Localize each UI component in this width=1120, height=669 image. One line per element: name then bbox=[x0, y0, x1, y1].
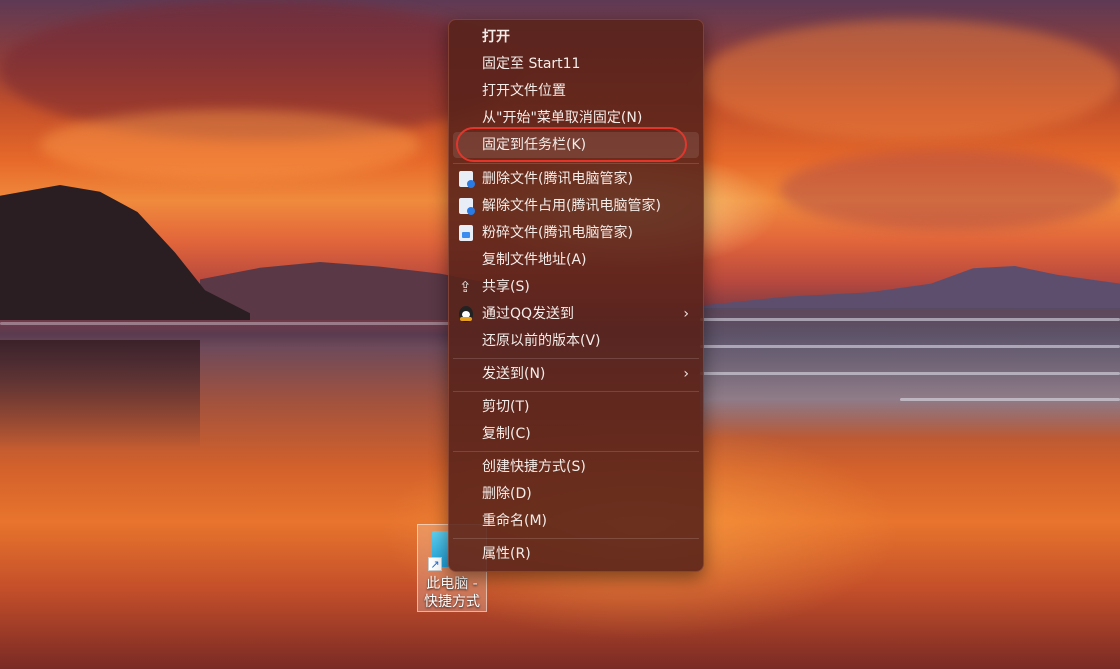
cloud bbox=[40, 110, 420, 180]
menu-item-shred-file-tencent[interactable]: 粉碎文件(腾讯电脑管家) bbox=[453, 220, 699, 246]
shortcut-caption-line1: 此电脑 - bbox=[426, 576, 478, 592]
shortcut-caption-line2: 快捷方式 bbox=[424, 594, 480, 610]
menu-item-send-to[interactable]: 发送到(N) › bbox=[453, 361, 699, 387]
menu-separator bbox=[453, 358, 699, 359]
cloud bbox=[780, 150, 1120, 230]
menu-item-label: 重命名(M) bbox=[482, 513, 548, 529]
mountain-silhouette bbox=[700, 266, 1120, 310]
highlight-ring bbox=[456, 127, 687, 162]
menu-item-label: 还原以前的版本(V) bbox=[482, 333, 601, 349]
menu-item-label: 共享(S) bbox=[482, 279, 530, 295]
menu-item-unlock-file-tencent[interactable]: 解除文件占用(腾讯电脑管家) bbox=[453, 193, 699, 219]
wave-line bbox=[700, 372, 1120, 375]
wave-line bbox=[0, 322, 450, 325]
menu-item-restore-versions[interactable]: 还原以前的版本(V) bbox=[453, 328, 699, 354]
menu-item-send-qq[interactable]: 通过QQ发送到 › bbox=[453, 301, 699, 327]
menu-separator bbox=[453, 391, 699, 392]
menu-item-label: 从"开始"菜单取消固定(N) bbox=[482, 110, 643, 126]
menu-item-delete[interactable]: 删除(D) bbox=[453, 481, 699, 507]
menu-item-label: 删除文件(腾讯电脑管家) bbox=[482, 171, 633, 187]
menu-separator bbox=[453, 163, 699, 164]
menu-item-open[interactable]: 打开 bbox=[453, 24, 699, 50]
menu-item-label: 打开 bbox=[482, 29, 510, 45]
menu-item-label: 复制文件地址(A) bbox=[482, 252, 587, 268]
menu-item-label: 删除(D) bbox=[482, 486, 532, 502]
context-menu: 打开 固定至 Start11 打开文件位置 从"开始"菜单取消固定(N) 固定到… bbox=[448, 19, 704, 572]
menu-item-rename[interactable]: 重命名(M) bbox=[453, 508, 699, 534]
shortcut-caption: 此电脑 - 快捷方式 bbox=[418, 575, 486, 611]
menu-separator bbox=[453, 538, 699, 539]
menu-item-properties[interactable]: 属性(R) bbox=[453, 541, 699, 567]
tencent-unlock-icon bbox=[459, 198, 475, 215]
menu-item-cut[interactable]: 剪切(T) bbox=[453, 394, 699, 420]
menu-item-share[interactable]: ⇪ 共享(S) bbox=[453, 274, 699, 300]
tencent-shred-icon bbox=[459, 225, 473, 241]
shortcut-arrow-icon: ↗ bbox=[428, 557, 442, 571]
cliff-silhouette bbox=[0, 185, 250, 320]
menu-item-label: 固定至 Start11 bbox=[482, 56, 581, 72]
share-icon: ⇪ bbox=[459, 278, 472, 296]
menu-item-delete-file-tencent[interactable]: 删除文件(腾讯电脑管家) bbox=[453, 166, 699, 192]
menu-item-open-location[interactable]: 打开文件位置 bbox=[453, 78, 699, 104]
menu-item-label: 打开文件位置 bbox=[482, 83, 566, 99]
wave-line bbox=[900, 398, 1120, 401]
menu-item-create-shortcut[interactable]: 创建快捷方式(S) bbox=[453, 454, 699, 480]
menu-item-label: 解除文件占用(腾讯电脑管家) bbox=[482, 198, 661, 214]
menu-separator bbox=[453, 451, 699, 452]
chevron-right-icon: › bbox=[683, 306, 689, 322]
menu-item-copy[interactable]: 复制(C) bbox=[453, 421, 699, 447]
cloud bbox=[700, 20, 1120, 140]
menu-item-label: 创建快捷方式(S) bbox=[482, 459, 586, 475]
wave-line bbox=[700, 318, 1120, 321]
qq-icon bbox=[459, 306, 473, 322]
menu-item-copy-path[interactable]: 复制文件地址(A) bbox=[453, 247, 699, 273]
menu-item-label: 发送到(N) bbox=[482, 366, 546, 382]
menu-item-label: 属性(R) bbox=[482, 546, 531, 562]
tencent-delete-icon bbox=[459, 171, 475, 188]
menu-item-label: 复制(C) bbox=[482, 426, 531, 442]
wave-line bbox=[700, 345, 1120, 348]
menu-item-label: 通过QQ发送到 bbox=[482, 306, 575, 322]
menu-item-pin-start11[interactable]: 固定至 Start11 bbox=[453, 51, 699, 77]
chevron-right-icon: › bbox=[683, 366, 689, 382]
menu-item-label: 剪切(T) bbox=[482, 399, 530, 415]
menu-item-label: 粉碎文件(腾讯电脑管家) bbox=[482, 225, 633, 241]
cliff-reflection bbox=[0, 340, 200, 450]
